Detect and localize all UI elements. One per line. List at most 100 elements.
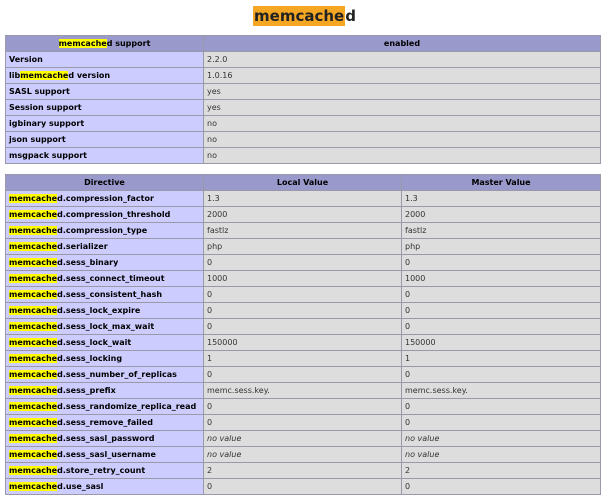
directive-name: memcached.sess_binary <box>5 254 204 271</box>
local-value: 0 <box>203 398 402 415</box>
local-value: memc.sess.key. <box>203 382 402 399</box>
master-value: 1.3 <box>401 190 601 207</box>
directive-row: memcached.sess_lock_expire 0 0 <box>5 302 601 319</box>
master-value-header: Master Value <box>401 174 601 191</box>
directive-name: memcached.sess_lock_wait <box>5 334 204 351</box>
support-row-value: no <box>203 115 601 132</box>
support-row-value: no <box>203 147 601 164</box>
directive-row: memcached.compression_factor 1.3 1.3 <box>5 190 601 207</box>
local-value: php <box>203 238 402 255</box>
directive-row: memcached.use_sasl 0 0 <box>5 478 601 495</box>
master-value: 2000 <box>401 206 601 223</box>
directive-name: memcached.compression_factor <box>5 190 204 207</box>
support-row: SASL support yes <box>5 83 601 100</box>
support-row-value: yes <box>203 99 601 116</box>
directive-name: memcached.compression_threshold <box>5 206 204 223</box>
master-value: 0 <box>401 398 601 415</box>
master-value: 1000 <box>401 270 601 287</box>
local-value: 0 <box>203 366 402 383</box>
support-row-label: libmemcached version <box>5 67 204 84</box>
local-value-header: Local Value <box>203 174 402 191</box>
directive-name: memcached.use_sasl <box>5 478 204 495</box>
directive-row: memcached.compression_type fastlz fastlz <box>5 222 601 239</box>
directive-row: memcached.sess_connect_timeout 1000 1000 <box>5 270 601 287</box>
support-header-status: enabled <box>203 35 601 52</box>
title-rest: d <box>345 7 356 25</box>
support-row-label: msgpack support <box>5 147 204 164</box>
directive-name: memcached.store_retry_count <box>5 462 204 479</box>
local-value: 2 <box>203 462 402 479</box>
support-row: libmemcached version 1.0.16 <box>5 67 601 84</box>
directive-name: memcached.sess_randomize_replica_read <box>5 398 204 415</box>
directive-row: memcached.sess_locking 1 1 <box>5 350 601 367</box>
directive-row: memcached.sess_sasl_username no value no v… <box>5 446 601 463</box>
local-value: 1000 <box>203 270 402 287</box>
directive-name: memcached.sess_remove_failed <box>5 414 204 431</box>
support-row: msgpack support no <box>5 147 601 164</box>
support-row-value: 1.0.16 <box>203 67 601 84</box>
master-value: 1 <box>401 350 601 367</box>
directive-row: memcached.store_retry_count 2 2 <box>5 462 601 479</box>
directive-row: memcached.sess_binary 0 0 <box>5 254 601 271</box>
master-value: 0 <box>401 414 601 431</box>
directive-table-header: Directive Local Value Master Value <box>5 174 601 191</box>
support-table-header: memcached support enabled <box>5 35 601 52</box>
directive-name: memcached.sess_lock_max_wait <box>5 318 204 335</box>
local-value: 1.3 <box>203 190 402 207</box>
directive-name: memcached.sess_sasl_username <box>5 446 204 463</box>
directive-name: memcached.compression_type <box>5 222 204 239</box>
directive-name: memcached.serializer <box>5 238 204 255</box>
support-row-label: json support <box>5 131 204 148</box>
support-row: Session support yes <box>5 99 601 116</box>
local-value: 0 <box>203 478 402 495</box>
directive-row: memcached.sess_lock_wait 150000 150000 <box>5 334 601 351</box>
master-value: no value <box>401 446 601 463</box>
directive-name: memcached.sess_consistent_hash <box>5 286 204 303</box>
master-value: 0 <box>401 302 601 319</box>
support-row: igbinary support no <box>5 115 601 132</box>
support-row-value: no <box>203 131 601 148</box>
support-row-label: igbinary support <box>5 115 204 132</box>
local-value: 0 <box>203 286 402 303</box>
local-value: 0 <box>203 318 402 335</box>
local-value: 150000 <box>203 334 402 351</box>
support-row-label: SASL support <box>5 83 204 100</box>
local-value: 0 <box>203 414 402 431</box>
master-value: 0 <box>401 254 601 271</box>
directive-row: memcached.sess_prefix memc.sess.key. memc.… <box>5 382 601 399</box>
local-value: 1 <box>203 350 402 367</box>
directive-name: memcached.sess_locking <box>5 350 204 367</box>
title-highlight: memcache <box>253 6 346 26</box>
directive-name: memcached.sess_lock_expire <box>5 302 204 319</box>
local-value: 0 <box>203 254 402 271</box>
directive-row: memcached.compression_threshold 2000 2000 <box>5 206 601 223</box>
support-header-name: memcached support <box>5 35 204 52</box>
support-table: memcached support enabled Version 2.2.0 li… <box>5 35 601 164</box>
master-value: 0 <box>401 286 601 303</box>
directive-name: memcached.sess_sasl_password <box>5 430 204 447</box>
directive-name: memcached.sess_connect_timeout <box>5 270 204 287</box>
support-row: json support no <box>5 131 601 148</box>
master-value: memc.sess.key. <box>401 382 601 399</box>
master-value: 2 <box>401 462 601 479</box>
directive-row: memcached.serializer php php <box>5 238 601 255</box>
directive-row: memcached.sess_sasl_password no value no v… <box>5 430 601 447</box>
master-value: no value <box>401 430 601 447</box>
master-value: fastlz <box>401 222 601 239</box>
directive-row: memcached.sess_number_of_replicas 0 0 <box>5 366 601 383</box>
directive-table: Directive Local Value Master Value memca… <box>5 174 601 495</box>
local-value: no value <box>203 430 402 447</box>
directive-header: Directive <box>5 174 204 191</box>
directive-row: memcached.sess_remove_failed 0 0 <box>5 414 601 431</box>
support-row: Version 2.2.0 <box>5 51 601 68</box>
support-row-label: Session support <box>5 99 204 116</box>
directive-name: memcached.sess_number_of_replicas <box>5 366 204 383</box>
master-value: php <box>401 238 601 255</box>
directive-row: memcached.sess_lock_max_wait 0 0 <box>5 318 601 335</box>
support-row-label: Version <box>5 51 204 68</box>
directive-row: memcached.sess_randomize_replica_read 0 0 <box>5 398 601 415</box>
local-value: no value <box>203 446 402 463</box>
local-value: fastlz <box>203 222 402 239</box>
master-value: 0 <box>401 318 601 335</box>
page-title: memcached <box>0 5 609 27</box>
